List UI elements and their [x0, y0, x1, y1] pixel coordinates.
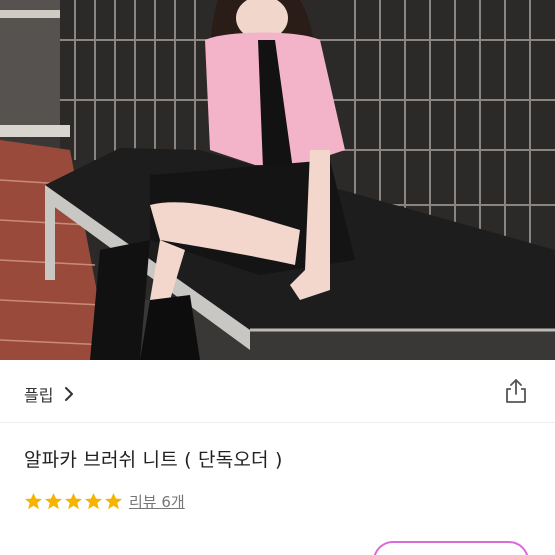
star-icon	[84, 492, 103, 510]
store-row: 플립	[0, 360, 555, 423]
product-title: 알파카 브러쉬 니트 ( 단독오더 )	[24, 449, 283, 471]
star-rating	[24, 492, 124, 511]
review-count-link[interactable]: 리뷰 6개	[129, 491, 185, 512]
star-icon	[64, 492, 83, 510]
action-button[interactable]	[373, 541, 529, 555]
star-icon	[104, 492, 123, 510]
product-photo	[0, 0, 555, 360]
chevron-right-icon	[62, 386, 76, 402]
share-icon[interactable]	[503, 377, 529, 405]
store-link[interactable]: 플립	[24, 382, 76, 406]
star-icon	[24, 492, 43, 510]
store-name: 플립	[24, 386, 54, 405]
rating: 리뷰 6개	[24, 491, 185, 512]
star-icon	[44, 492, 63, 510]
